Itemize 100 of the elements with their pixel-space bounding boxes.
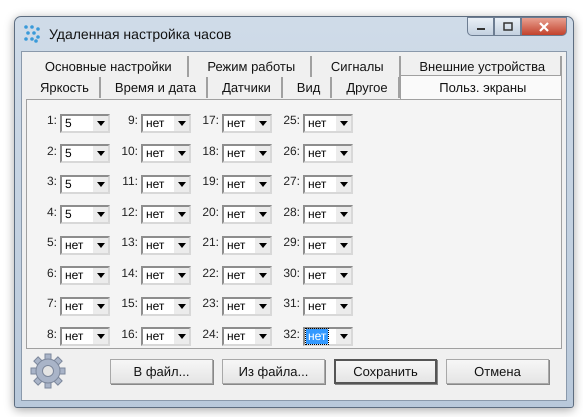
minimize-button[interactable] [467, 17, 494, 36]
screen-dropdown[interactable]: 5 [60, 144, 110, 164]
screen-label: 26: [282, 144, 300, 158]
screen-dropdown[interactable]: нет [141, 114, 191, 133]
screen-label: 8: [46, 326, 57, 341]
dropdown-value: нет [307, 207, 328, 222]
screen-dropdown[interactable]: нет [222, 174, 272, 194]
screen-dropdown[interactable]: 5 [60, 114, 110, 133]
screen-label: 7: [46, 296, 57, 310]
screen-label: 17: [201, 113, 219, 128]
screen-label: 16: [120, 326, 138, 341]
screen-dropdown[interactable]: нет [222, 266, 272, 286]
dropdown-value: нет [307, 146, 328, 162]
dropdown-value: нет [226, 268, 246, 284]
window-title: Удаленная настройка часов [49, 26, 232, 42]
screen-dropdown[interactable]: нет [141, 327, 191, 346]
screen-dropdown[interactable]: нет [222, 114, 272, 133]
screen-label: 20: [201, 204, 219, 219]
screen-dropdown[interactable]: нет [222, 205, 272, 224]
screen-dropdown[interactable]: нет [141, 205, 191, 224]
screen-label: 14: [120, 266, 138, 280]
screen-label: 11: [121, 174, 138, 188]
screen-dropdown[interactable]: нет [303, 144, 353, 164]
screen-label: 13: [120, 235, 138, 250]
dropdown-value: нет [226, 116, 246, 131]
screen-dropdown[interactable]: нет [222, 327, 272, 346]
dialog-button[interactable]: Из файла... [222, 358, 325, 384]
screen-label: 10: [120, 144, 138, 158]
screen-label: 28: [282, 204, 300, 219]
maximize-icon [502, 22, 512, 31]
tab[interactable]: Польз. экраны [400, 75, 562, 99]
screen-dropdown[interactable]: нет [60, 296, 110, 316]
screen-dropdown[interactable]: нет [141, 296, 191, 316]
dropdown-value: нет [145, 238, 166, 253]
screen-label: 21: [201, 235, 219, 250]
screen-dropdown[interactable]: нет [222, 236, 272, 255]
screen-dropdown[interactable]: нет [141, 144, 191, 164]
dropdown-value: 5 [64, 116, 73, 131]
dropdown-value: нет [64, 238, 84, 253]
dialog-button[interactable]: В файл... [110, 358, 213, 384]
dropdown-value: нет [145, 268, 166, 284]
screen-label: 23: [201, 296, 219, 310]
dropdown-value: нет [307, 268, 328, 284]
screen-dropdown[interactable]: нет [303, 266, 353, 286]
screen-dropdown[interactable]: нет [303, 114, 353, 133]
screen-dropdown[interactable]: нет [141, 266, 191, 286]
dropdown-value: нет [226, 298, 246, 314]
dropdown-value: нет [226, 176, 246, 192]
dropdown-value: нет [64, 329, 84, 344]
screen-label: 31: [282, 296, 300, 310]
screen-dropdown[interactable]: 5 [60, 205, 110, 224]
screen-label: 32: [282, 326, 300, 341]
screen-label: 22: [201, 266, 219, 280]
screen-label: 19: [201, 174, 219, 188]
dialog-button[interactable]: Отмена [446, 358, 549, 384]
dropdown-value: нет [145, 146, 166, 162]
screen-label: 29: [282, 235, 300, 250]
screen-label: 9: [126, 113, 138, 128]
screen-label: 27: [282, 174, 300, 188]
screen-dropdown[interactable]: нет [222, 296, 272, 316]
screen-label: 24: [201, 326, 219, 341]
close-button[interactable] [521, 17, 567, 36]
dropdown-value: нет [64, 268, 84, 284]
dropdown-value: нет [145, 207, 166, 222]
dropdown-value: нет [145, 116, 166, 131]
screen-dropdown[interactable]: 5 [60, 174, 110, 194]
screen-dropdown[interactable]: нет [303, 205, 353, 224]
screen-label: 18: [201, 144, 219, 158]
screen-dropdown[interactable]: нет [60, 266, 110, 286]
dialog-button[interactable]: Сохранить [334, 358, 437, 384]
dropdown-value: нет [307, 176, 328, 192]
dropdown-value: нет [226, 207, 246, 222]
screen-label: 12: [120, 204, 138, 219]
dropdown-value: нет [145, 176, 166, 192]
screen-label: 25: [282, 113, 300, 128]
screen-dropdown[interactable]: нет [60, 327, 110, 346]
dropdown-value: 5 [64, 146, 73, 162]
screen-dropdown[interactable]: нет [303, 236, 353, 255]
screen-label: 30: [282, 266, 300, 280]
screen-label: 3: [46, 174, 57, 188]
dropdown-value: нет [307, 238, 328, 253]
dropdown-value: нет [64, 298, 84, 314]
screen-dropdown[interactable]: нет [222, 144, 272, 164]
gear-icon [28, 353, 68, 389]
screen-dropdown[interactable]: нет [303, 174, 353, 194]
maximize-button[interactable] [494, 17, 521, 36]
dropdown-value: 5 [64, 207, 73, 222]
screen-label: 6: [46, 266, 57, 280]
screen-label: 15: [120, 296, 138, 310]
screen-dropdown[interactable]: нет [60, 236, 110, 255]
dropdown-value: нет [306, 329, 328, 344]
screen-dropdown[interactable]: нет [141, 236, 191, 255]
screen-label: 5: [46, 235, 57, 250]
dots-icon [23, 24, 43, 44]
dropdown-value: нет [226, 238, 246, 253]
dropdown-value: нет [145, 298, 166, 314]
screen-dropdown[interactable]: нет [141, 174, 191, 194]
screen-dropdown[interactable]: нет [303, 296, 353, 316]
screen-label: 1: [46, 113, 57, 128]
screen-label: 2: [46, 144, 57, 158]
